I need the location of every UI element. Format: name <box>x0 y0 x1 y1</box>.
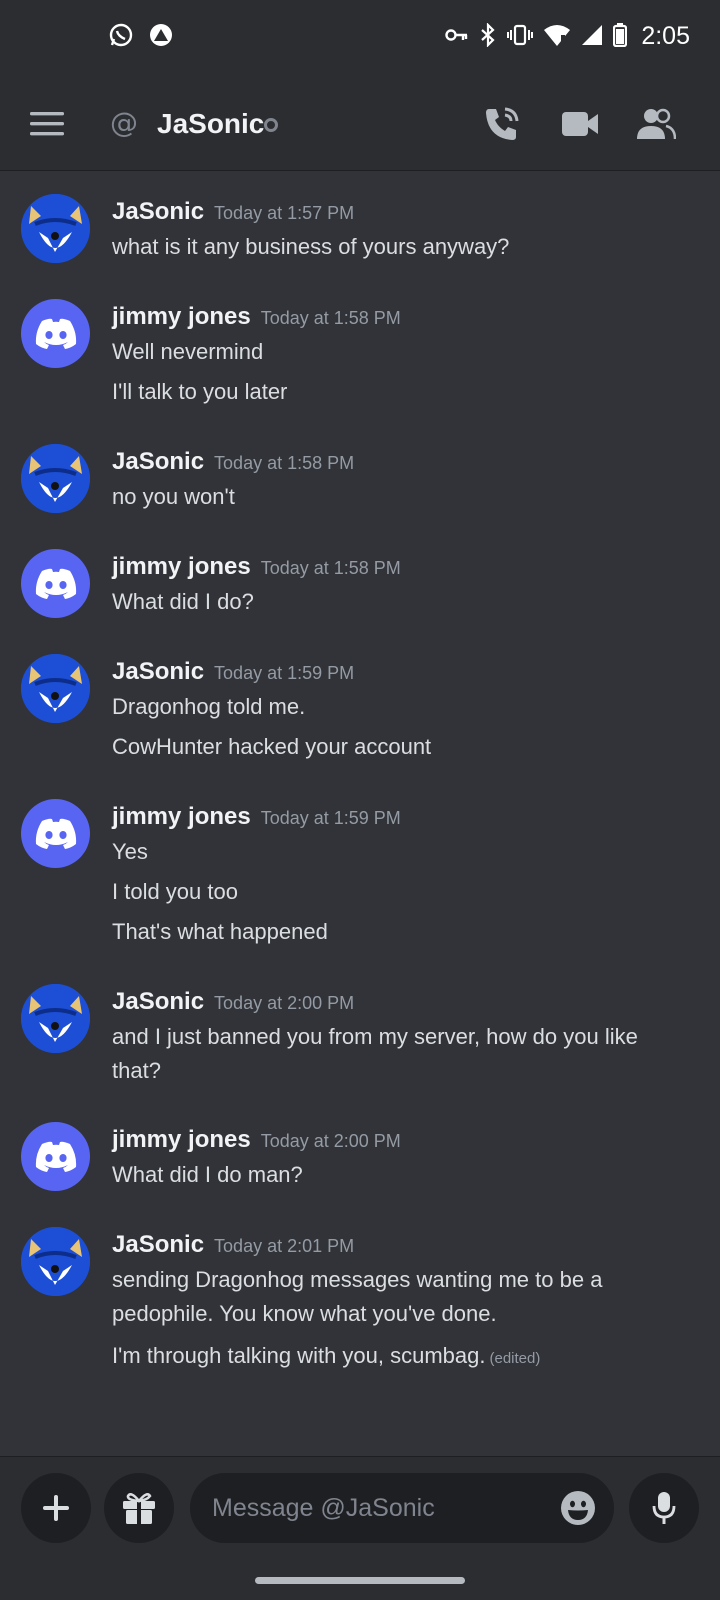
menu-icon <box>30 112 64 136</box>
message-author[interactable]: JaSonic Today at 2:01 PM <box>112 1231 354 1259</box>
message-timestamp: Today at 1:57 PM <box>214 203 355 223</box>
signal-icon <box>581 24 603 50</box>
sonic-avatar-icon <box>21 984 90 1053</box>
dm-title[interactable]: JaSonic <box>157 108 264 140</box>
message-composer <box>0 1456 720 1600</box>
emoji-icon <box>561 1491 595 1525</box>
message-author[interactable]: JaSonic Today at 1:59 PM <box>112 658 354 686</box>
gift-button[interactable] <box>104 1473 174 1543</box>
offline-status-icon <box>264 118 278 132</box>
avatar[interactable] <box>21 799 90 868</box>
sonic-avatar-icon <box>21 444 90 513</box>
message-text: That's what happened <box>112 919 328 944</box>
battery-icon <box>613 22 628 51</box>
avatar[interactable] <box>21 654 90 723</box>
message-text: I'll talk to you later <box>112 379 288 404</box>
gift-icon <box>123 1493 155 1524</box>
avatar[interactable] <box>21 299 90 368</box>
message-author[interactable]: JaSonic Today at 2:00 PM <box>112 988 354 1016</box>
emoji-button[interactable] <box>560 1490 596 1526</box>
sonic-avatar-icon <box>21 654 90 723</box>
message-timestamp: Today at 2:00 PM <box>260 1131 401 1151</box>
message-text: Well nevermind <box>112 339 264 364</box>
message-text: CowHunter hacked your account <box>112 734 432 759</box>
vpn-key-icon <box>445 27 469 47</box>
plus-icon <box>43 1495 69 1521</box>
video-call-icon <box>562 112 598 136</box>
whatsapp-icon <box>108 22 134 48</box>
members-icon <box>637 108 676 140</box>
video-call-button[interactable] <box>560 104 600 144</box>
message-timestamp: Today at 2:01 PM <box>214 1236 355 1256</box>
discord-logo-icon <box>35 318 76 349</box>
message-text: Dragonhog told me. <box>112 694 306 719</box>
message-author[interactable]: JaSonic Today at 1:58 PM <box>112 448 354 476</box>
message-input[interactable] <box>190 1473 614 1543</box>
message-text: and I just banned you from my server, ho… <box>112 1024 638 1083</box>
status-bar: 2:05 <box>0 0 720 78</box>
discord-logo-icon <box>35 568 76 599</box>
message-author[interactable]: jimmy jones Today at 1:59 PM <box>112 803 401 831</box>
message-author[interactable]: jimmy jones Today at 2:00 PM <box>112 1126 401 1154</box>
microphone-icon <box>652 1492 676 1524</box>
message-author[interactable]: jimmy jones Today at 1:58 PM <box>112 553 401 581</box>
clock: 2:05 <box>641 22 690 50</box>
message-text: I'm through talking with you, scumbag. (e… <box>112 1343 541 1368</box>
avatar[interactable] <box>21 1122 90 1191</box>
message-text: What did I do? <box>112 589 254 614</box>
voice-message-button[interactable] <box>629 1473 699 1543</box>
avatar[interactable] <box>21 1227 90 1296</box>
avatar[interactable] <box>21 984 90 1053</box>
menu-button[interactable] <box>30 110 64 138</box>
message-text: Yes <box>112 839 148 864</box>
avatar[interactable] <box>21 549 90 618</box>
bluetooth-icon <box>479 21 497 51</box>
avatar[interactable] <box>21 444 90 513</box>
message-text: sending Dragonhog messages wanting me to… <box>112 1267 603 1326</box>
add-attachment-button[interactable] <box>21 1473 91 1543</box>
message-author[interactable]: JaSonic Today at 1:57 PM <box>112 198 354 226</box>
message-timestamp: Today at 1:58 PM <box>214 453 355 473</box>
message-text: What did I do man? <box>112 1162 303 1187</box>
message-text: what is it any business of yours anyway? <box>112 234 510 259</box>
voice-call-button[interactable] <box>482 104 522 144</box>
members-button[interactable] <box>636 104 676 144</box>
message-timestamp: Today at 1:59 PM <box>214 663 355 683</box>
vibrate-icon <box>507 24 534 50</box>
avatar[interactable] <box>21 194 90 263</box>
message-text: I told you too <box>112 879 238 904</box>
home-indicator[interactable] <box>255 1577 465 1584</box>
message-timestamp: Today at 2:00 PM <box>214 993 355 1013</box>
message-timestamp: Today at 1:58 PM <box>260 558 401 578</box>
app-notification-icon <box>148 22 174 48</box>
at-icon: @ <box>110 106 138 139</box>
message-author[interactable]: jimmy jones Today at 1:58 PM <box>112 303 401 331</box>
sonic-avatar-icon <box>21 194 90 263</box>
voice-call-icon <box>486 107 519 140</box>
message-text: no you won't <box>112 484 235 509</box>
message-timestamp: Today at 1:58 PM <box>260 308 401 328</box>
wifi-icon <box>543 23 571 51</box>
message-timestamp: Today at 1:59 PM <box>260 808 401 828</box>
discord-logo-icon <box>35 1141 76 1172</box>
edited-label: (edited) <box>489 1350 541 1367</box>
channel-header: @ JaSonic <box>0 78 720 171</box>
discord-logo-icon <box>35 818 76 849</box>
sonic-avatar-icon <box>21 1227 90 1296</box>
